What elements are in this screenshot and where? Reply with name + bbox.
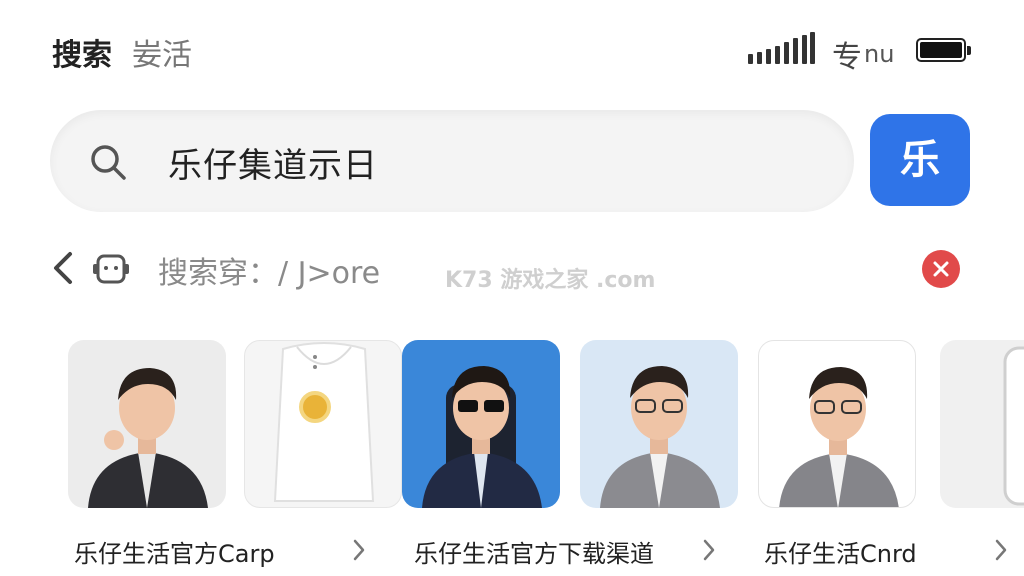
header-title: 搜索 [52,38,112,73]
person-image [779,367,899,507]
filter-label: 搜索穿：/ J>ore [158,256,381,291]
signal-icon [748,32,815,64]
close-icon [933,261,949,277]
chevron-right-icon[interactable] [352,538,366,562]
watermark: K73 游戏之家 .com [445,268,656,293]
status-bar: 搜索 妛活 专 nu [0,0,1024,100]
result-caption[interactable]: 乐仔生活Cnrd [764,534,917,569]
chevron-right-icon[interactable] [994,538,1008,562]
result-thumbnail[interactable] [580,340,738,508]
back-chevron-icon[interactable] [50,248,76,288]
carrier-suffix: nu [864,40,895,68]
person-image [600,366,720,508]
chevron-right-icon[interactable] [702,538,716,562]
search-icon [91,145,126,180]
search-input[interactable]: 乐仔集道示日 [50,110,854,212]
phone-image [1003,346,1024,506]
result-thumbnail[interactable] [940,340,1024,508]
battery-icon [916,38,971,62]
carrier-label: 专 [832,40,862,75]
result-thumbnail[interactable] [68,340,226,508]
robot-icon[interactable] [92,250,130,288]
result-thumbnail[interactable] [244,340,402,508]
header-subtitle: 妛活 [132,38,192,73]
app-icon-button[interactable]: 乐 [870,114,970,206]
result-caption[interactable]: 乐仔生活官方下载渠道 [414,534,654,569]
search-query: 乐仔集道示日 [168,146,378,186]
person-image [422,366,542,508]
result-thumbnail[interactable] [758,340,916,508]
person-image [88,368,208,508]
result-caption[interactable]: 乐仔生活官方Carp [74,534,275,569]
result-thumbnail[interactable] [402,340,560,508]
device-image [273,342,375,502]
clear-button[interactable] [922,250,960,288]
